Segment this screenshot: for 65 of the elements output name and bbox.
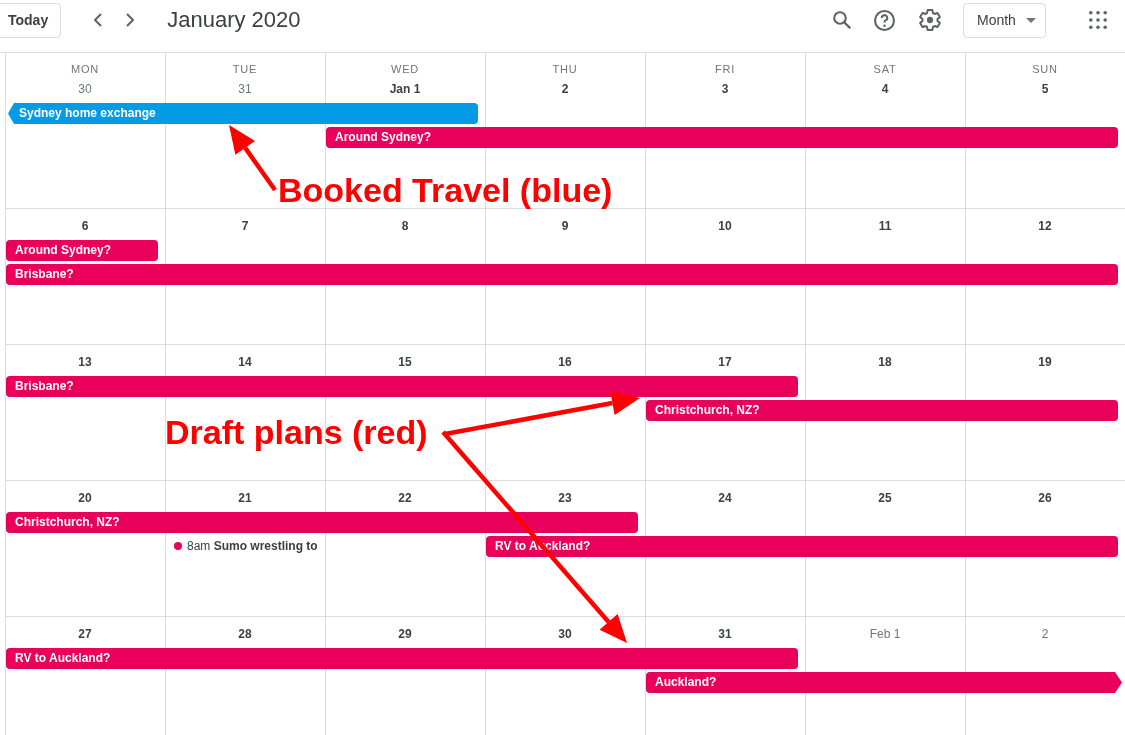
event-bar[interactable]: Around Sydney? — [326, 127, 1118, 148]
date-label: 31 — [238, 81, 252, 98]
date-label: 22 — [398, 490, 412, 507]
date-label: 21 — [238, 490, 252, 507]
weekday-label: SAT — [873, 62, 897, 77]
event-bar[interactable]: Brisbane? — [6, 376, 798, 397]
annotation-arrow — [229, 125, 277, 192]
caret-icon — [1026, 17, 1036, 23]
month-title: January 2020 — [167, 7, 301, 33]
date-label: 2 — [561, 81, 569, 98]
date-label: 11 — [878, 218, 892, 235]
date-label: 12 — [1038, 218, 1052, 235]
settings-icon[interactable] — [919, 9, 941, 31]
date-label: 27 — [78, 626, 92, 643]
date-label: 2 — [1041, 626, 1049, 643]
date-label: 31 — [718, 626, 732, 643]
event-bar[interactable]: Christchurch, NZ? — [6, 512, 638, 533]
date-label: 26 — [1038, 490, 1052, 507]
view-dropdown[interactable]: Month — [963, 2, 1046, 38]
date-label: 18 — [878, 354, 892, 371]
date-label: 16 — [558, 354, 572, 371]
date-label: 20 — [78, 490, 92, 507]
date-label: Jan 1 — [389, 81, 421, 98]
chevron-right-icon[interactable] — [126, 13, 135, 27]
event-bar[interactable]: Sydney home exchange — [8, 103, 478, 124]
annotation-label: Booked Travel (blue) — [278, 173, 613, 207]
date-label: 13 — [78, 354, 92, 371]
date-label: 15 — [398, 354, 412, 371]
event-bar[interactable]: Brisbane? — [6, 264, 1118, 285]
event-bar[interactable]: Christchurch, NZ? — [646, 400, 1118, 421]
date-label: 24 — [718, 490, 732, 507]
date-label: 5 — [1041, 81, 1049, 98]
event-chip[interactable]: 8am Sumo wrestling to — [166, 536, 318, 557]
date-label: 10 — [718, 218, 732, 235]
date-label: 30 — [558, 626, 572, 643]
date-label: 25 — [878, 490, 892, 507]
date-label: 17 — [718, 354, 732, 371]
weekday-label: SUN — [1032, 62, 1058, 77]
weekday-label: MON — [70, 62, 100, 77]
event-bar[interactable]: RV to Auckland? — [6, 648, 798, 669]
date-label: 14 — [238, 354, 252, 371]
weekday-label: TUE — [232, 62, 258, 77]
annotation-label: Draft plans (red) — [165, 415, 428, 449]
date-label: 19 — [1038, 354, 1052, 371]
today-button[interactable]: Today — [0, 2, 62, 38]
search-icon[interactable] — [833, 11, 851, 29]
date-label: 6 — [81, 218, 89, 235]
date-label: 4 — [881, 81, 889, 98]
date-label: 7 — [241, 218, 249, 235]
date-label: 23 — [558, 490, 572, 507]
date-label: 29 — [398, 626, 412, 643]
event-bar[interactable]: Around Sydney? — [6, 240, 158, 261]
date-label: 8 — [401, 218, 409, 235]
weekday-label: THU — [552, 62, 578, 77]
event-bar[interactable]: Auckland? — [646, 672, 1122, 693]
chevron-left-icon[interactable] — [94, 13, 103, 27]
weekday-label: WED — [390, 62, 420, 77]
weekday-label: FRI — [714, 62, 736, 77]
date-label: 28 — [238, 626, 252, 643]
date-label: 9 — [561, 218, 569, 235]
help-icon[interactable] — [874, 9, 895, 31]
date-label: 30 — [78, 81, 92, 98]
date-label: 3 — [721, 81, 729, 98]
apps-grid-icon[interactable] — [1089, 11, 1107, 29]
date-label: Feb 1 — [869, 626, 901, 643]
